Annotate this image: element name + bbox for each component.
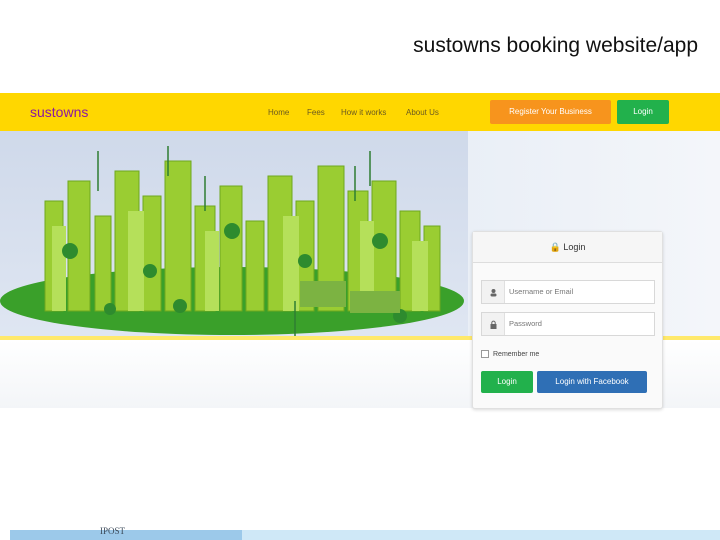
nav-link-about-us[interactable]: About Us [406,108,439,117]
nav-link-home[interactable]: Home [268,108,289,117]
username-field[interactable]: Username or Email [481,280,655,304]
nav-link-how-it-works[interactable]: How it works [341,108,386,117]
username-placeholder: Username or Email [509,287,574,296]
nav-link-fees[interactable]: Fees [307,108,325,117]
nav-login-button[interactable]: Login [617,100,669,124]
lock-icon: 🔒 [549,242,561,252]
remember-me: Remember me [481,350,539,358]
navbar: sustowns Home Fees How it works About Us… [0,93,720,131]
footer-bar-accent [10,530,242,540]
password-placeholder: Password [509,319,542,328]
green-city-illustration [0,146,464,336]
padlock-icon [482,313,505,335]
remember-me-label: Remember me [493,350,540,358]
password-field[interactable]: Password [481,312,655,336]
slide-title: sustowns booking website/app [413,34,698,57]
register-business-button[interactable]: Register Your Business [490,100,611,124]
login-card-header: 🔒 Login [473,232,662,263]
login-button[interactable]: Login [481,371,533,393]
remember-me-checkbox[interactable] [481,350,489,358]
facebook-login-button[interactable]: Login with Facebook [537,371,647,393]
login-card: 🔒 Login Username or Email Password Remem… [472,231,663,409]
footer-text: IPOST [100,526,126,536]
brand-logo[interactable]: sustowns [30,104,88,120]
login-card-title: Login [563,242,586,252]
user-icon [482,281,505,303]
